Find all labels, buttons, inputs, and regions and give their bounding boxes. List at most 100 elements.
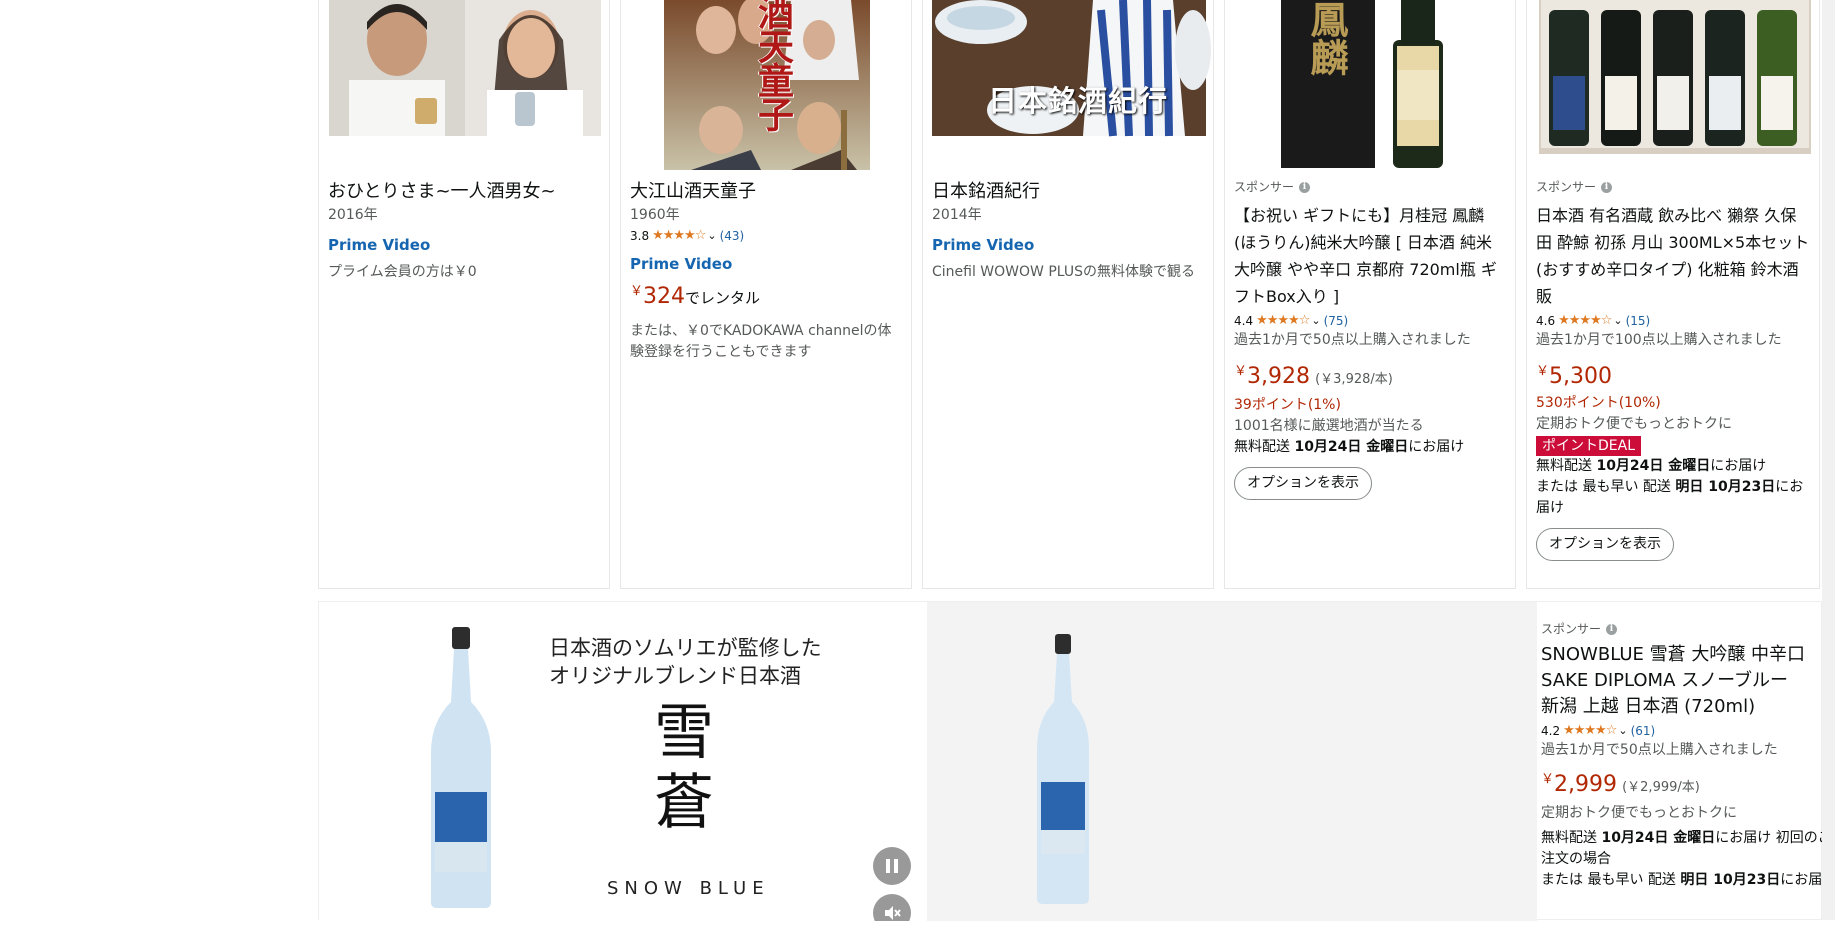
free-shipping: 無料配送 [1536, 458, 1597, 474]
prime-video-label[interactable]: Prime Video [932, 234, 1204, 256]
ad-headline-1: 日本酒のソムリエが監修した [549, 636, 822, 660]
rating-row[interactable]: 4.6 ★★★★☆ ⌄ (15) [1536, 312, 1810, 330]
release-year: 2016年 [328, 207, 378, 223]
brand-kanji-1: 雪 [654, 698, 714, 768]
currency-symbol: ￥ [1234, 364, 1248, 379]
availability-note: Cinefil WOWOW PLUSの無料体験で観る [932, 264, 1196, 280]
fastest-date: 明日 10月23日 [1675, 479, 1776, 495]
product-card-1[interactable]: おひとりさま~一人酒男女~ 2016年 Prime Video プライム会員の方… [318, 0, 610, 589]
point-deal-badge: ポイントDEAL [1536, 436, 1642, 456]
bottle-set [1549, 10, 1797, 146]
chevron-down-icon[interactable]: ⌄ [707, 227, 716, 245]
prime-video-label[interactable]: Prime Video [630, 253, 902, 275]
star-rating-icon[interactable]: ★★★★☆ [1256, 312, 1310, 330]
star-rating-icon[interactable]: ★★★★☆ [652, 227, 706, 245]
show-options-button[interactable]: オプションを表示 [1536, 528, 1674, 561]
fastest-label: または 最も早い 配送 [1541, 872, 1681, 888]
sponsor-text: スポンサー [1234, 180, 1295, 194]
delivery-date: 10月24日 金曜日 [1294, 439, 1409, 455]
ad-product-title[interactable]: SNOWBLUE 雪蒼 大吟醸 中辛口 SAKE DIPLOMA スノーブルー … [1541, 642, 1811, 720]
delivery-date: 10月24日 金曜日 [1601, 830, 1716, 846]
bought-count: 過去1か月で100点以上購入されました [1536, 332, 1782, 348]
product-price[interactable]: ￥5,300 [1536, 357, 1810, 393]
points: 39ポイント(1%) [1234, 397, 1341, 413]
delivery-info: 無料配送 10月24日 金曜日にお届け [1536, 456, 1810, 477]
prime-video-label[interactable]: Prime Video [328, 234, 600, 256]
sponsored-video-banner[interactable]: 日本酒のソムリエが監修した オリジナルブレンド日本酒 雪 蒼 SNOW BLUE… [318, 601, 1835, 921]
unit-price: (￥3,928/本) [1315, 372, 1393, 387]
delivery-suffix: にお届け [1408, 439, 1465, 455]
product-title[interactable]: 日本銘酒紀行 [932, 178, 1204, 205]
rating-row[interactable]: 4.2 ★★★★☆ ⌄ (61) [1541, 722, 1811, 740]
sponsored-label[interactable]: スポンサー i [1541, 620, 1811, 638]
product-title[interactable]: 大江山酒天童子 [630, 178, 902, 205]
rating-value: 4.2 [1541, 724, 1561, 738]
info-icon[interactable]: i [1299, 181, 1311, 193]
review-count[interactable]: (75) [1324, 312, 1349, 330]
product-image-2[interactable]: 酒天童子 [621, 0, 911, 170]
box-brand-text: 鳳麟 [1304, 0, 1349, 76]
pause-icon[interactable] [873, 847, 911, 885]
bought-count: 過去1か月で50点以上購入されました [1234, 332, 1471, 348]
brand-english: SNOW BLUE [607, 878, 770, 899]
availability-note: または、￥0でKADOKAWA channelの体験登録を行うこともできます [630, 323, 892, 360]
product-image-1[interactable] [319, 0, 609, 170]
info-icon[interactable]: i [1606, 623, 1618, 635]
product-card-5[interactable]: スポンサー i 日本酒 有名酒蔵 飲み比べ 獺祭 久保田 酔鯨 初孫 月山 30… [1526, 0, 1820, 589]
product-card-2[interactable]: 酒天童子 大江山酒天童子 1960年 3.8 ★★★★☆ ⌄ (43) Prim… [620, 0, 912, 589]
rating-row[interactable]: 3.8 ★★★★☆ ⌄ (43) [630, 227, 902, 245]
product-image-5[interactable] [1527, 0, 1819, 170]
bought-count: 過去1か月で50点以上購入されました [1541, 742, 1778, 758]
ad-product-info: スポンサー i SNOWBLUE 雪蒼 大吟醸 中辛口 SAKE DIPLOMA… [1541, 620, 1835, 891]
poster-title-text: 酒天童子 [752, 0, 794, 130]
product-image-3[interactable]: 日本銘酒紀行 [923, 0, 1213, 170]
price-amount: 2,999 [1554, 772, 1617, 797]
chevron-down-icon[interactable]: ⌄ [1311, 312, 1320, 330]
brand-kanji-2: 蒼 [654, 768, 714, 838]
availability-note: プライム会員の方は￥0 [328, 264, 477, 280]
product-title[interactable]: 【お祝い ギフトにも】月桂冠 鳳麟(ほうりん)純米大吟醸 [ 日本酒 純米大吟醸… [1234, 202, 1506, 310]
product-card-4[interactable]: 鳳麟 スポンサー i 【お祝い ギフトにも】月桂冠 鳳麟(ほうりん)純米大吟醸 … [1224, 0, 1516, 589]
page-scrollbar[interactable] [1822, 0, 1835, 920]
ad-product-image[interactable] [927, 602, 1537, 921]
info-icon[interactable]: i [1601, 181, 1613, 193]
ad-video[interactable]: 日本酒のソムリエが監修した オリジナルブレンド日本酒 雪 蒼 SNOW BLUE [319, 602, 927, 921]
product-title[interactable]: 日本酒 有名酒蔵 飲み比べ 獺祭 久保田 酔鯨 初孫 月山 300ML×5本セッ… [1536, 202, 1810, 310]
poster-title-text: 日本銘酒紀行 [988, 84, 1169, 118]
product-price[interactable]: ￥2,999 (￥2,999/本) [1541, 765, 1811, 803]
sponsor-text: スポンサー [1536, 180, 1597, 194]
currency-symbol: ￥ [1541, 772, 1555, 787]
release-year: 2014年 [932, 207, 982, 223]
rent-label: でレンタル [685, 289, 761, 307]
fastest-delivery-info: または 最も早い 配送 明日 10月23日にお届け [1536, 477, 1810, 519]
star-rating-icon[interactable]: ★★★★☆ [1558, 312, 1612, 330]
rating-row[interactable]: 4.4 ★★★★☆ ⌄ (75) [1234, 312, 1506, 330]
price-amount: 324 [643, 284, 686, 309]
product-card-3[interactable]: 日本銘酒紀行 日本銘酒紀行 2014年 Prime Video Cinefil … [922, 0, 1214, 589]
delivery-date: 10月24日 金曜日 [1596, 458, 1711, 474]
rental-price[interactable]: ￥324でレンタル [630, 277, 902, 313]
currency-symbol: ￥ [630, 284, 644, 299]
product-image-4[interactable]: 鳳麟 [1225, 0, 1515, 170]
chevron-down-icon[interactable]: ⌄ [1613, 312, 1622, 330]
points: 530ポイント(10%) [1536, 395, 1661, 411]
release-year: 1960年 [630, 207, 680, 223]
show-options-button[interactable]: オプションを表示 [1234, 467, 1372, 500]
fastest-label: または 最も早い 配送 [1536, 479, 1676, 495]
review-count[interactable]: (43) [720, 227, 745, 245]
fastest-delivery-info: または 最も早い 配送 明日 10月23日にお届け [1541, 870, 1835, 891]
subscribe-save: 定期おトク便でもっとおトクに [1541, 805, 1737, 821]
product-art-horin-bottle [1281, 0, 1443, 168]
sponsored-label[interactable]: スポンサー i [1536, 178, 1810, 196]
sponsored-label[interactable]: スポンサー i [1234, 178, 1506, 196]
chevron-down-icon[interactable]: ⌄ [1618, 722, 1627, 740]
sponsor-text: スポンサー [1541, 622, 1602, 636]
product-price[interactable]: ￥3,928 (￥3,928/本) [1234, 357, 1506, 395]
price-amount: 5,300 [1549, 364, 1612, 389]
review-count[interactable]: (15) [1626, 312, 1651, 330]
product-title[interactable]: おひとりさま~一人酒男女~ [328, 178, 600, 205]
free-shipping: 無料配送 [1541, 830, 1602, 846]
star-rating-icon[interactable]: ★★★★☆ [1563, 722, 1617, 740]
review-count[interactable]: (61) [1631, 722, 1656, 740]
currency-symbol: ￥ [1536, 364, 1550, 379]
